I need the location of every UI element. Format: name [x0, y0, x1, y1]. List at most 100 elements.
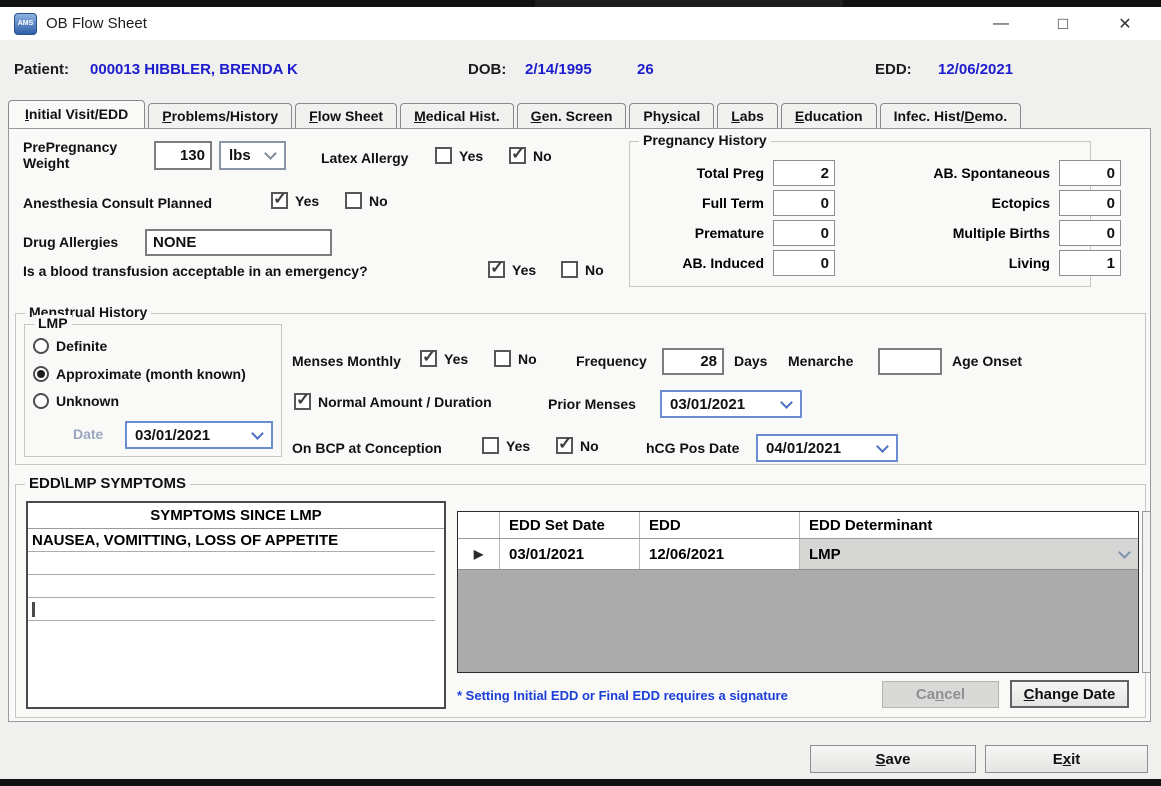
transfusion-no-checkbox[interactable] — [561, 261, 578, 278]
minimize-icon[interactable]: — — [970, 15, 1032, 33]
full-term-input[interactable]: 0 — [773, 190, 835, 216]
edd-grid-row[interactable]: ▶ 03/01/2021 12/06/2021 LMP — [458, 539, 1138, 570]
lmp-definite-option[interactable]: Definite — [33, 338, 107, 354]
tab-strip: Initial Visit/EDD Problems/History Flow … — [8, 101, 1024, 128]
pregnancy-history-grid: Total Preg 2 AB. Spontaneous 0 Full Term… — [638, 158, 1121, 278]
selector-column-header — [458, 512, 500, 538]
dob-label: DOB: — [468, 61, 506, 78]
tab-medical-hist[interactable]: Medical Hist. — [400, 103, 514, 128]
anesthesia-no-checkbox[interactable] — [345, 192, 362, 209]
maximize-icon[interactable]: □ — [1032, 14, 1094, 34]
frequency-label: Frequency — [576, 353, 647, 369]
days-label: Days — [734, 353, 767, 369]
chevron-down-icon — [780, 396, 793, 409]
age-onset-label: Age Onset — [952, 353, 1022, 369]
ab-induced-label: AB. Induced — [638, 255, 764, 271]
ab-spontaneous-input[interactable]: 0 — [1059, 160, 1121, 186]
menarche-input[interactable] — [878, 348, 942, 375]
cancel-button[interactable]: Cancel — [882, 681, 999, 708]
symptom-row-active[interactable] — [28, 598, 435, 621]
prepregnancy-weight-input[interactable]: 130 — [154, 141, 212, 170]
tab-flow-sheet[interactable]: Flow Sheet — [295, 103, 397, 128]
exit-button[interactable]: Exit — [985, 745, 1148, 773]
menses-monthly-yes-checkbox[interactable] — [420, 350, 437, 367]
lmp-definite-radio[interactable] — [33, 338, 49, 354]
bottom-border — [0, 779, 1161, 786]
ectopics-label: Ectopics — [844, 195, 1050, 211]
lmp-approximate-radio[interactable] — [33, 366, 49, 382]
ectopics-input[interactable]: 0 — [1059, 190, 1121, 216]
latex-allergy-yes-checkbox[interactable] — [435, 147, 452, 164]
ab-induced-input[interactable]: 0 — [773, 250, 835, 276]
transfusion-yes-checkbox[interactable] — [488, 261, 505, 278]
tab-initial-visit-edd[interactable]: Initial Visit/EDD — [8, 100, 145, 128]
tab-problems-history[interactable]: Problems/History — [148, 103, 292, 128]
lmp-approximate-option[interactable]: Approximate (month known) — [33, 366, 246, 382]
edd-grid-header: EDD Set Date EDD EDD Determinant — [458, 512, 1138, 539]
latex-allergy-no-checkbox[interactable] — [509, 147, 526, 164]
drug-allergies-input[interactable]: NONE — [145, 229, 332, 256]
total-preg-label: Total Preg — [638, 165, 764, 181]
living-label: Living — [844, 255, 1050, 271]
prior-menses-select[interactable]: 03/01/2021 — [660, 390, 802, 418]
row-selector-cell: ▶ — [458, 539, 500, 569]
change-date-button[interactable]: Change Date — [1010, 680, 1129, 708]
total-preg-input[interactable]: 2 — [773, 160, 835, 186]
symptom-row[interactable] — [28, 575, 435, 598]
anesthesia-yes-field: Yes — [271, 192, 319, 209]
lmp-date-select[interactable]: 03/01/2021 — [125, 421, 273, 449]
save-button[interactable]: Save — [810, 745, 976, 773]
hcg-pos-date-select[interactable]: 04/01/2021 — [756, 434, 898, 462]
text-caret — [32, 602, 35, 617]
hcg-pos-date-label: hCG Pos Date — [646, 440, 739, 456]
premature-input[interactable]: 0 — [773, 220, 835, 246]
pregnancy-history-group: Pregnancy History Total Preg 2 AB. Spont… — [629, 141, 1091, 287]
symptoms-header: SYMPTOMS SINCE LMP — [28, 503, 444, 529]
bcp-yes-field: Yes — [482, 437, 530, 454]
tab-physical[interactable]: Physical — [629, 103, 714, 128]
bcp-no-field: No — [556, 437, 599, 454]
row-selector-icon: ▶ — [474, 547, 483, 561]
tab-education[interactable]: Education — [781, 103, 877, 128]
bcp-no-checkbox[interactable] — [556, 437, 573, 454]
prepregnancy-weight-label: PrePregnancy Weight — [23, 139, 117, 171]
edd-set-date-cell[interactable]: 03/01/2021 — [500, 539, 640, 569]
drug-allergies-label: Drug Allergies — [23, 234, 118, 250]
bcp-label: On BCP at Conception — [292, 440, 442, 456]
menses-monthly-no-checkbox[interactable] — [494, 350, 511, 367]
edd-value: 12/06/2021 — [938, 61, 1013, 78]
edd-grid-scrollbar[interactable] — [1142, 511, 1151, 673]
patient-value: 000013 HIBBLER, BRENDA K — [90, 61, 298, 78]
tab-infec-hist-demo[interactable]: Infec. Hist/Demo. — [880, 103, 1022, 128]
lmp-unknown-option[interactable]: Unknown — [33, 393, 119, 409]
tab-labs[interactable]: Labs — [717, 103, 778, 128]
tab-gen-screen[interactable]: Gen. Screen — [517, 103, 627, 128]
normal-amount-checkbox[interactable] — [294, 393, 311, 410]
edd-determinant-select[interactable]: LMP — [800, 539, 1138, 569]
edd-signature-note: * Setting Initial EDD or Final EDD requi… — [457, 688, 788, 703]
chevron-down-icon — [876, 440, 889, 453]
top-border — [0, 0, 1161, 7]
frequency-input[interactable]: 28 — [662, 348, 724, 375]
multiple-births-input[interactable]: 0 — [1059, 220, 1121, 246]
close-icon[interactable]: ✕ — [1094, 14, 1156, 34]
living-input[interactable]: 1 — [1059, 250, 1121, 276]
ob-flow-sheet-window: AMS OB Flow Sheet — □ ✕ Patient: 000013 … — [0, 0, 1161, 786]
lmp-legend: LMP — [34, 315, 72, 331]
patient-label: Patient: — [14, 61, 69, 78]
edd-cell[interactable]: 12/06/2021 — [640, 539, 800, 569]
anesthesia-yes-checkbox[interactable] — [271, 192, 288, 209]
symptom-row[interactable]: NAUSEA, VOMITTING, LOSS OF APPETITE — [28, 529, 435, 552]
patient-info-bar: Patient: 000013 HIBBLER, BRENDA K DOB: 2… — [0, 40, 1161, 98]
full-term-label: Full Term — [638, 195, 764, 211]
latex-allergy-no-field: No — [509, 147, 552, 164]
edd-determinant-column-header: EDD Determinant — [800, 512, 1138, 538]
symptom-row[interactable] — [28, 552, 435, 575]
menarche-label: Menarche — [788, 353, 853, 369]
weight-unit-select[interactable]: lbs — [219, 141, 286, 170]
edd-column-header: EDD — [640, 512, 800, 538]
lmp-unknown-radio[interactable] — [33, 393, 49, 409]
bcp-yes-checkbox[interactable] — [482, 437, 499, 454]
edd-data-grid[interactable]: EDD Set Date EDD EDD Determinant ▶ 03/01… — [457, 511, 1139, 673]
symptoms-table[interactable]: SYMPTOMS SINCE LMP NAUSEA, VOMITTING, LO… — [26, 501, 446, 709]
